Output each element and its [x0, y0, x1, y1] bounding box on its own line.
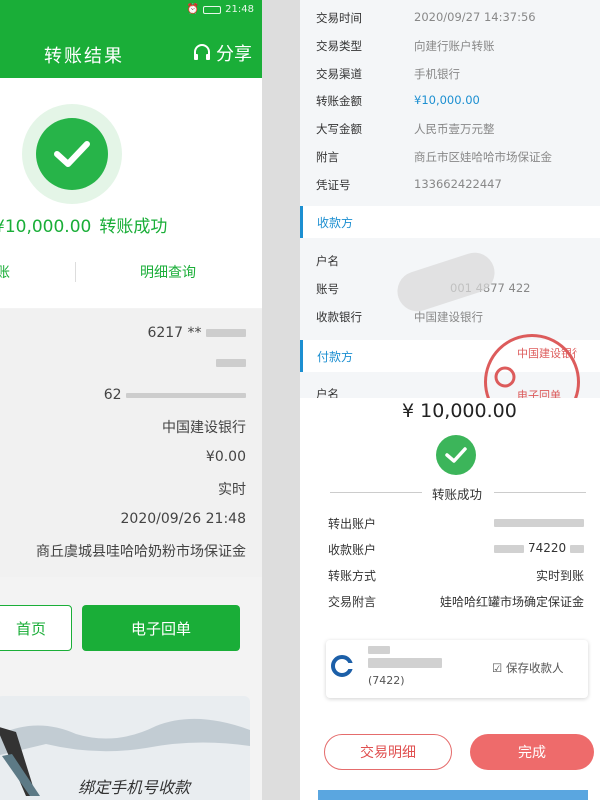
amount: ¥10,000.00 [0, 217, 92, 237]
row-value: 向建行账户转账 [414, 39, 495, 53]
tab-transfer[interactable]: 账 [0, 262, 10, 282]
transfer-success-screenshot: ¥ 10,000.00 转账成功 转出账户 收款账户 74220 转账方式 实时… [300, 398, 600, 800]
detail-row: ¥0.00 [205, 449, 246, 465]
checkmark-icon: ☑ [492, 661, 503, 675]
share-button[interactable]: 分享 [192, 40, 252, 66]
detail-row: 2020/09/26 21:48 [120, 511, 247, 527]
row-label: 大写金额 [316, 122, 362, 136]
row-label: 户名 [316, 254, 339, 268]
detail-row: 中国建设银行 [162, 420, 246, 436]
row-value: 人民币壹万元整 [414, 122, 495, 136]
share-label: 分享 [216, 44, 252, 65]
left-screenshot: ⏰ 21:48 转账结果 分享 ¥10,000.00 转账成功 账 明细查询 62… [0, 0, 262, 800]
receipt-screenshot: 交易时间 2020/09/27 14:37:56 交易类型 向建行账户转账 交易… [300, 0, 600, 398]
detail-card: 6217 ** 62 中国建设银行 ¥0.00 实时 2020/09/26 21… [0, 309, 262, 577]
receipt-button[interactable]: 电子回单 [82, 605, 240, 651]
row-label: 户名 [316, 387, 339, 398]
row-label: 交易附言 [328, 595, 377, 609]
status-text: 转账成功 [99, 217, 168, 237]
bank-seal: 中国建设银行 电子回单 [484, 334, 583, 398]
row-value: 2020/09/27 14:37:56 [414, 10, 536, 24]
amount-line: ¥10,000.00 转账成功 [0, 212, 167, 237]
row-label: 交易类型 [316, 39, 362, 53]
detail-row: 商丘虞城县哇哈哈奶粉市场保证金 [36, 544, 246, 560]
detail-row: 实时 [218, 482, 246, 498]
row-label: 转账金额 [316, 94, 362, 108]
banner-text: 绑定手机号收款 [78, 778, 191, 797]
row-label: 凭证号 [316, 178, 351, 192]
detail-row [216, 355, 246, 371]
ccb-logo-icon [331, 655, 354, 677]
row-value: 娃哈哈红罐市场确定保证金 [439, 595, 584, 609]
row-label: 交易时间 [316, 11, 362, 25]
bottom-banner [318, 790, 588, 800]
done-button[interactable]: 完成 [470, 734, 594, 770]
promo-banner[interactable]: 绑定手机号收款 [0, 696, 250, 800]
svg-text:中国建设银行: 中国建设银行 [517, 346, 577, 360]
detail-row: 6217 ** [147, 325, 246, 341]
divider-line [330, 492, 422, 493]
status-time: 21:48 [225, 4, 254, 15]
header-bar: ⏰ 21:48 转账结果 分享 [0, 0, 262, 78]
amount: ¥ 10,000.00 [402, 400, 517, 422]
status-text: 转账成功 [432, 487, 483, 502]
check-icon [436, 435, 476, 475]
transaction-detail-button[interactable]: 交易明细 [324, 734, 452, 770]
headset-icon [194, 44, 210, 60]
tab-detail-query[interactable]: 明细查询 [140, 262, 196, 282]
row-label: 附言 [316, 150, 339, 164]
row-label: 交易渠道 [316, 67, 362, 81]
tab-divider [75, 262, 76, 282]
row-label: 转出账户 [328, 517, 377, 531]
payee-card[interactable]: (7422) ☑ 保存收款人 [326, 640, 588, 698]
row-value: 手机银行 [414, 67, 460, 81]
row-value: 中国建设银行 [414, 310, 483, 324]
row-value [494, 515, 584, 529]
alarm-icon: ⏰ [186, 4, 200, 15]
card-account: (7422) [368, 674, 405, 687]
battery-icon [203, 5, 222, 14]
svg-text:电子回单: 电子回单 [517, 389, 561, 398]
row-value: 133662422447 [414, 177, 502, 191]
home-button[interactable]: 首页 [0, 605, 72, 651]
check-icon [36, 118, 108, 190]
detail-row: 62 [104, 387, 246, 403]
row-label: 收款账户 [328, 543, 377, 557]
status-bar: ⏰ 21:48 [187, 4, 254, 15]
save-payee-checkbox[interactable]: ☑ 保存收款人 [492, 660, 563, 676]
row-value: 实时到账 [535, 569, 584, 583]
row-label: 账号 [316, 282, 339, 296]
row-label: 收款银行 [316, 310, 362, 324]
row-value: 商丘市区娃哈哈市场保证金 [414, 150, 552, 164]
divider-line [494, 492, 586, 493]
row-value: ¥10,000.00 [414, 93, 480, 107]
row-value: 74220 [494, 541, 584, 555]
row-label: 转账方式 [328, 569, 377, 583]
redaction-blur [392, 247, 500, 317]
payee-section-header: 收款方 [300, 206, 600, 238]
result-panel [0, 78, 262, 308]
page-title: 转账结果 [44, 46, 124, 67]
